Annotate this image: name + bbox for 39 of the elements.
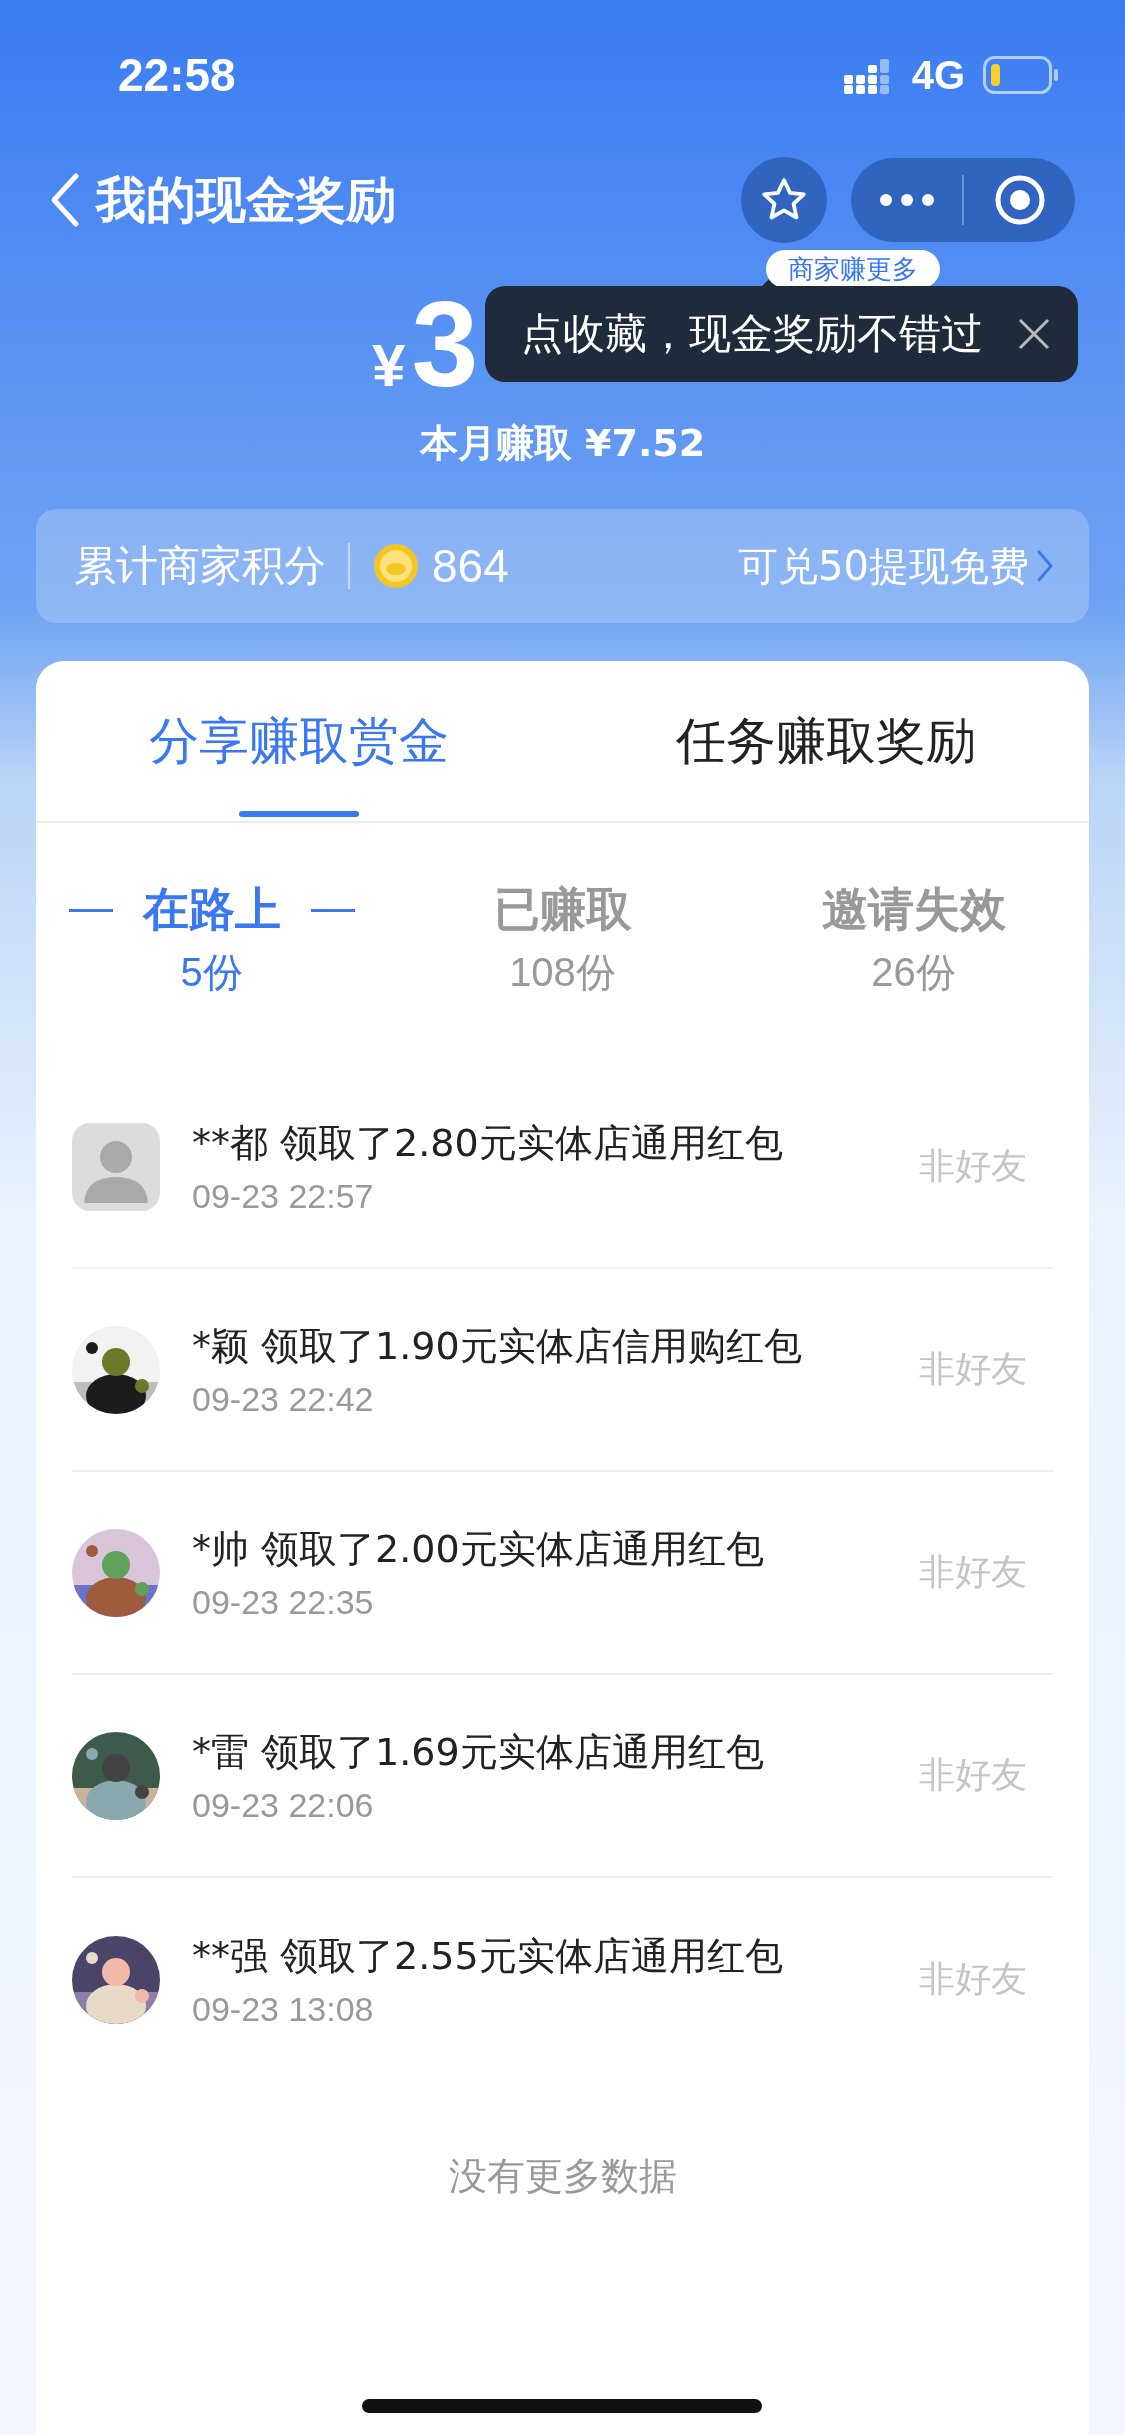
record-text: *颖 领取了1.90元实体店信用购红包 [192, 1322, 803, 1370]
status-filter[interactable]: 邀请失效 26份 [738, 879, 1089, 1000]
points-value: 864 [432, 539, 509, 593]
record-time: 09-23 22:42 [192, 1379, 375, 1419]
back-button[interactable]: 我的现金奖励 [48, 166, 396, 234]
tooltip-text: 点收藏，现金奖励不错过 [521, 308, 984, 360]
record-text: *雷 领取了1.69元实体店通用红包 [192, 1728, 765, 1776]
redeem-link[interactable]: 可兑50提现免费 [738, 538, 1055, 594]
status-filter[interactable]: 已赚取 108份 [387, 879, 738, 1000]
tab[interactable]: 任务赚取奖励 [562, 661, 1089, 821]
tip-badge: 商家赚更多 [766, 250, 940, 288]
target-icon [993, 174, 1046, 226]
status-filter[interactable]: 在路上 5份 [36, 879, 387, 1000]
friend-status: 非好友 [919, 1753, 1027, 1797]
close-icon [1016, 316, 1052, 352]
balance-amount: ¥3 [372, 284, 479, 404]
record-text: **强 领取了2.55元实体店通用红包 [192, 1932, 784, 1980]
record-time: 09-23 13:08 [192, 1989, 375, 2029]
friend-status: 非好友 [919, 1957, 1027, 2001]
network-label: 4G [911, 52, 965, 98]
battery-icon [983, 56, 1059, 94]
status-time: 22:58 [118, 48, 236, 102]
record-text: *帅 领取了2.00元实体店通用红包 [192, 1525, 765, 1573]
more-icon [878, 193, 935, 207]
friend-status: 非好友 [919, 1144, 1027, 1188]
record-time: 09-23 22:57 [192, 1176, 375, 1216]
person-silhouette-icon [72, 1122, 160, 1211]
close-button[interactable] [1016, 316, 1052, 352]
friend-status: 非好友 [919, 1347, 1027, 1391]
record-text: **都 领取了2.80元实体店通用红包 [192, 1119, 784, 1167]
points-label: 累计商家积分 [74, 540, 326, 592]
chevron-right-icon [1035, 548, 1055, 584]
coin-icon [372, 542, 420, 590]
tab[interactable]: 分享赚取赏金 [36, 661, 563, 821]
friend-status: 非好友 [919, 1550, 1027, 1594]
month-earnings: 本月赚取 ¥7.52 [419, 420, 706, 467]
record-time: 09-23 22:35 [192, 1582, 375, 1622]
no-more-data: 没有更多数据 [447, 2153, 678, 2200]
record-time: 09-23 22:06 [192, 1785, 375, 1825]
